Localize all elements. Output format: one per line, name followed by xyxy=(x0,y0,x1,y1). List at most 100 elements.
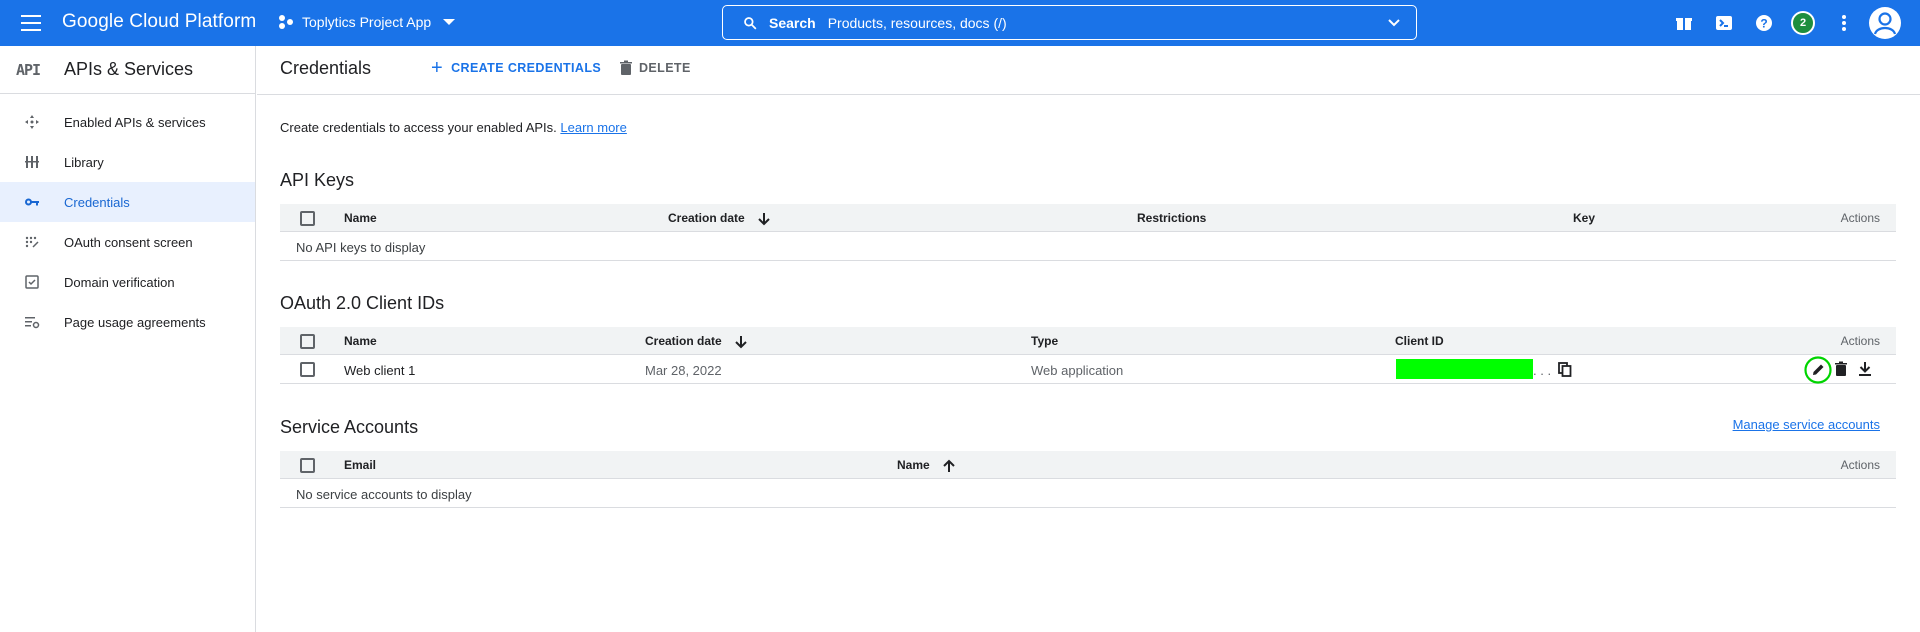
empty-row: No API keys to display xyxy=(280,232,1896,261)
sidebar-item-domain-verification[interactable]: Domain verification xyxy=(0,262,255,302)
download-icon[interactable] xyxy=(1858,361,1872,377)
intro-text: Create credentials to access your enable… xyxy=(280,120,627,135)
arrow-down-icon xyxy=(757,212,770,226)
menu-icon[interactable] xyxy=(20,12,42,34)
caret-down-icon xyxy=(443,19,456,25)
consent-icon xyxy=(25,236,39,248)
sidebar-item-label: Domain verification xyxy=(64,274,175,290)
plus-icon: + xyxy=(431,57,444,79)
client-id-ellipsis: . . . xyxy=(1533,363,1552,378)
client-type: Web application xyxy=(1031,363,1124,378)
column-restrictions: Restrictions xyxy=(1137,211,1207,225)
edit-icon[interactable] xyxy=(1804,356,1832,384)
sidebar-item-oauth-consent[interactable]: OAuth consent screen xyxy=(0,222,255,262)
column-label: Creation date xyxy=(668,211,745,225)
intro-label: Create credentials to access your enable… xyxy=(280,120,557,135)
column-creation-date[interactable]: Creation date xyxy=(668,211,771,226)
search-label: Search xyxy=(769,14,816,31)
column-label: Creation date xyxy=(645,334,722,348)
empty-row: No service accounts to display xyxy=(280,479,1896,508)
trash-icon[interactable] xyxy=(1834,361,1848,377)
select-all-checkbox[interactable] xyxy=(300,211,315,226)
help-icon[interactable]: ? xyxy=(1754,13,1774,33)
empty-message: No service accounts to display xyxy=(296,487,472,502)
sidebar-item-label: Enabled APIs & services xyxy=(64,114,206,130)
sidebar-item-label: Library xyxy=(64,154,104,170)
project-selector[interactable]: Toplytics Project App xyxy=(278,14,456,30)
column-name[interactable]: Name xyxy=(897,458,956,473)
chevron-down-icon[interactable] xyxy=(1388,17,1400,29)
arrow-down-icon xyxy=(734,335,747,349)
sidebar-item-label: Page usage agreements xyxy=(64,314,206,330)
sidebar-title: APIs & Services xyxy=(64,59,194,79)
checkbox-icon xyxy=(25,275,39,289)
sidebar-item-label: OAuth consent screen xyxy=(64,234,193,250)
api-logo: API xyxy=(16,60,41,79)
oauth-table: Name Creation date Type Client ID Action… xyxy=(280,327,1896,384)
top-bar: Google Cloud Platform Toplytics Project … xyxy=(0,0,1920,46)
search-icon xyxy=(744,16,757,29)
api-keys-heading: API Keys xyxy=(280,170,355,190)
main-content: Credentials + CREATE CREDENTIALS DELETE … xyxy=(257,46,1920,632)
column-name[interactable]: Name xyxy=(344,211,377,225)
notifications-badge[interactable]: 2 xyxy=(1791,11,1815,35)
copy-icon[interactable] xyxy=(1558,362,1572,377)
table-header: Name Creation date Type Client ID Action… xyxy=(280,327,1896,355)
column-label: Name xyxy=(897,458,930,472)
sidebar-item-enabled-apis[interactable]: Enabled APIs & services xyxy=(0,102,255,142)
column-actions: Actions xyxy=(1840,334,1880,348)
delete-label: DELETE xyxy=(639,61,691,75)
sidebar-header: API APIs & Services xyxy=(0,46,255,94)
search-bar[interactable]: Search Products, resources, docs (/) xyxy=(722,5,1417,40)
table-header: Email Name Actions xyxy=(280,451,1896,479)
select-all-checkbox[interactable] xyxy=(300,334,315,349)
column-client-id: Client ID xyxy=(1395,334,1444,348)
avatar[interactable] xyxy=(1868,6,1902,40)
project-name: Toplytics Project App xyxy=(302,14,432,30)
key-icon xyxy=(25,198,39,206)
sidebar-item-page-usage[interactable]: Page usage agreements xyxy=(0,302,255,342)
column-type[interactable]: Type xyxy=(1031,334,1058,348)
column-email[interactable]: Email xyxy=(344,458,376,472)
sidebar-item-label: Credentials xyxy=(64,194,130,210)
create-credentials-button[interactable]: + CREATE CREDENTIALS xyxy=(431,57,602,79)
delete-button[interactable]: DELETE xyxy=(619,60,691,76)
column-actions: Actions xyxy=(1840,458,1880,472)
column-key: Key xyxy=(1573,211,1596,225)
enabled-apis-icon xyxy=(25,115,39,129)
client-name-link[interactable]: Web client 1 xyxy=(344,363,415,378)
search-placeholder: Products, resources, docs (/) xyxy=(827,14,1007,31)
trash-icon xyxy=(620,60,632,75)
sidebar-item-library[interactable]: Library xyxy=(0,142,255,182)
page-title: Credentials xyxy=(280,58,372,78)
api-keys-table: Name Creation date Restrictions Key Acti… xyxy=(280,204,1896,261)
learn-more-link[interactable]: Learn more xyxy=(560,120,626,135)
sidebar: API APIs & Services Enabled APIs & servi… xyxy=(0,46,256,632)
create-credentials-label: CREATE CREDENTIALS xyxy=(451,61,602,75)
cloud-shell-icon[interactable] xyxy=(1714,13,1734,33)
project-icon xyxy=(278,14,294,30)
brand-title[interactable]: Google Cloud Platform xyxy=(62,11,256,33)
creation-date: Mar 28, 2022 xyxy=(645,363,722,378)
gift-icon[interactable] xyxy=(1674,13,1694,33)
table-header: Name Creation date Restrictions Key Acti… xyxy=(280,204,1896,232)
manage-service-accounts-link[interactable]: Manage service accounts xyxy=(1733,417,1880,432)
svg-text:?: ? xyxy=(1760,17,1767,31)
oauth-heading: OAuth 2.0 Client IDs xyxy=(280,293,445,313)
client-id-redacted xyxy=(1396,359,1533,379)
column-creation-date[interactable]: Creation date xyxy=(645,334,748,349)
library-icon xyxy=(25,156,39,168)
more-vert-icon[interactable] xyxy=(1834,13,1854,33)
page-header: Credentials + CREATE CREDENTIALS DELETE xyxy=(257,46,1920,95)
service-accounts-table: Email Name Actions No service accounts t… xyxy=(280,451,1896,508)
service-accounts-actions: Manage service accounts xyxy=(280,417,1896,439)
table-row[interactable]: Web client 1 Mar 28, 2022 Web applicatio… xyxy=(280,355,1896,384)
column-name[interactable]: Name xyxy=(344,334,377,348)
row-checkbox[interactable] xyxy=(300,362,315,377)
select-all-checkbox[interactable] xyxy=(300,458,315,473)
empty-message: No API keys to display xyxy=(296,240,426,255)
arrow-up-icon xyxy=(942,459,955,472)
column-actions: Actions xyxy=(1840,211,1880,225)
settings-list-icon xyxy=(25,317,40,329)
sidebar-item-credentials[interactable]: Credentials xyxy=(0,182,255,222)
